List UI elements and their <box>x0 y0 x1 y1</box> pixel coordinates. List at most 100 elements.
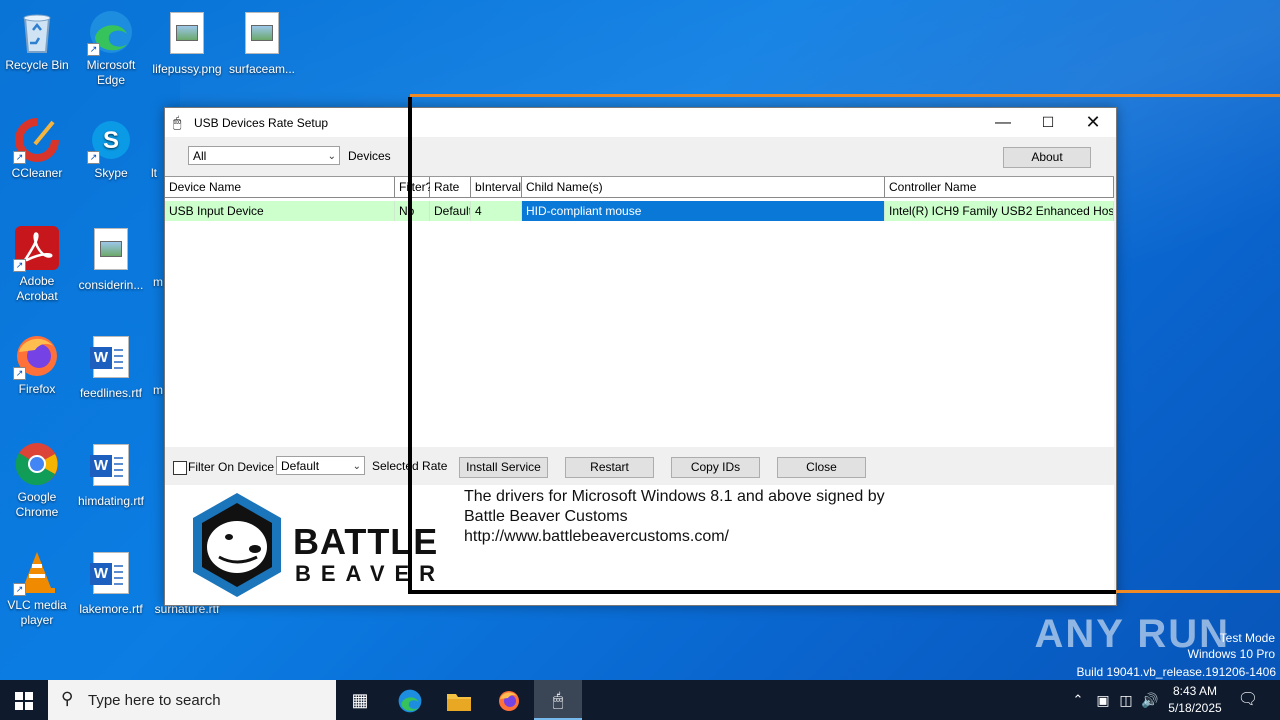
taskbar-firefox-icon[interactable] <box>485 680 533 720</box>
about-button[interactable]: About <box>1003 147 1091 168</box>
cell-controller-name: Intel(R) ICH9 Family USB2 Enhanced Host … <box>885 201 1114 221</box>
column-header-filter[interactable]: Filter? <box>395 177 432 198</box>
desktop-icon-recycle-bin[interactable]: Recycle Bin <box>0 8 75 73</box>
restart-button[interactable]: Restart <box>565 457 654 478</box>
filter-on-device-checkbox[interactable] <box>173 461 187 475</box>
desktop-icon-label: Microsoft Edge <box>86 58 136 87</box>
device-filter-combo[interactable]: All ⌄ <box>188 146 340 165</box>
desktop-icon-label: surfaceam... <box>228 62 296 76</box>
overlay-black-frame-bottom <box>408 590 1116 594</box>
search-placeholder: Type here to search <box>88 692 221 709</box>
overlay-black-frame-left <box>408 97 412 593</box>
taskbar-edge-icon[interactable] <box>386 680 434 720</box>
desktop-icon-firefox[interactable]: ↗ Firefox <box>0 332 75 397</box>
taskbar-search-box[interactable]: ⚲ Type here to search <box>48 680 336 720</box>
maximize-button[interactable]: ☐ <box>1025 108 1071 137</box>
desktop-icon-google-chrome[interactable]: Google Chrome <box>0 440 75 520</box>
overlay-orange-top-line <box>410 94 1280 97</box>
firefox-icon: ↗ <box>13 332 61 380</box>
word-doc-icon: W <box>87 552 135 600</box>
rate-combo[interactable]: Default ⌄ <box>276 456 365 475</box>
battle-beaver-banner: BATTLE BEAVER The drivers for Microsoft … <box>165 485 1114 605</box>
chevron-down-icon: ⌄ <box>352 461 361 472</box>
desktop-icon-label: CCleaner <box>11 166 63 180</box>
logo-text-battle: BATTLE <box>293 521 439 562</box>
desktop-icon-label: Firefox <box>18 382 56 396</box>
clock-time: 8:43 AM <box>1172 684 1218 698</box>
vlc-icon: ↗ <box>13 548 61 596</box>
image-file-icon <box>87 228 135 276</box>
device-filter-value: All <box>193 149 207 163</box>
column-header-controller-name[interactable]: Controller Name <box>885 177 1114 198</box>
chevron-down-icon: ⌄ <box>327 151 336 162</box>
desktop-icon-lifepussy[interactable]: lifepussy.png <box>149 8 225 77</box>
close-button[interactable]: Close <box>777 457 866 478</box>
title-bar[interactable]: 🖱 USB Devices Rate Setup — ☐ ✕ <box>165 108 1116 137</box>
taskbar-clock[interactable]: 8:43 AM 5/18/2025 <box>1162 683 1228 717</box>
taskbar-usb-rate-app-icon[interactable]: 🖱 <box>534 680 582 720</box>
minimize-button[interactable]: — <box>980 108 1026 137</box>
desktop-icon-microsoft-edge[interactable]: ↗ Microsoft Edge <box>73 8 149 88</box>
desktop-icon-lakemore[interactable]: W lakemore.rtf <box>73 548 149 617</box>
volume-icon[interactable]: 🔊 <box>1139 680 1161 720</box>
banner-line-2: Battle Beaver Customs <box>464 508 628 525</box>
column-header-child-names[interactable]: Child Name(s) <box>522 177 885 198</box>
shortcut-arrow-icon: ↗ <box>13 583 26 596</box>
copy-ids-button[interactable]: Copy IDs <box>671 457 760 478</box>
image-file-icon <box>163 12 211 60</box>
build-label: Build 19041.vb_release.191206-1406 <box>1076 665 1277 679</box>
ccleaner-icon: ↗ <box>13 116 61 164</box>
edge-icon: ↗ <box>87 8 135 56</box>
overlay-orange-bottom-line <box>1115 590 1280 593</box>
word-doc-icon: W <box>87 336 135 384</box>
desktop-icon-label: lifepussy.png <box>152 62 222 76</box>
search-icon: ⚲ <box>61 689 74 708</box>
svg-text:S: S <box>103 127 119 154</box>
column-header-binterval[interactable]: bInterval <box>471 177 522 198</box>
banner-text: The drivers for Microsoft Windows 8.1 an… <box>464 487 885 547</box>
column-header-device-name[interactable]: Device Name <box>165 177 395 198</box>
logo-text-beaver: BEAVER <box>295 561 446 586</box>
desktop-icon-ccleaner[interactable]: ↗ CCleaner <box>0 116 75 181</box>
cell-rate: Default <box>430 201 471 221</box>
desktop-icon-label: VLC media player <box>7 598 67 627</box>
desktop-icon-surfaceam[interactable]: surfaceam... <box>224 8 300 77</box>
devices-label: Devices <box>348 149 391 163</box>
recycle-bin-icon <box>13 8 61 56</box>
chrome-icon <box>13 440 61 488</box>
device-list[interactable]: Device Name Filter? Rate bInterval Child… <box>165 176 1114 447</box>
cell-device-name: USB Input Device <box>165 201 395 221</box>
windows-edition-label: Windows 10 Pro <box>1187 647 1275 661</box>
cell-filter: No <box>395 201 430 221</box>
notification-center-icon[interactable]: 🗨 <box>1234 680 1262 720</box>
skype-icon: S ↗ <box>87 116 135 164</box>
network-icon[interactable]: ◫ <box>1115 680 1137 720</box>
desktop-icon-label: lakemore.rtf <box>79 602 143 616</box>
battle-beaver-logo: BATTLE BEAVER <box>189 491 445 599</box>
mouse-app-icon: 🖱 <box>173 114 182 130</box>
column-header-rate[interactable]: Rate <box>430 177 471 198</box>
image-file-icon <box>238 12 286 60</box>
close-window-button[interactable]: ✕ <box>1070 108 1116 137</box>
test-mode-label: Test Mode <box>1219 631 1275 645</box>
desktop-icon-label: Google Chrome <box>15 490 59 519</box>
shortcut-arrow-icon: ↗ <box>13 151 26 164</box>
task-view-icon[interactable]: ▦ <box>336 680 384 720</box>
taskbar-file-explorer-icon[interactable] <box>435 680 483 720</box>
banner-line-3[interactable]: http://www.battlebeavercustoms.com/ <box>464 527 885 547</box>
cell-child-name: HID-compliant mouse <box>522 201 885 221</box>
desktop-icon-himdating[interactable]: W himdating.rtf <box>73 440 149 509</box>
desktop-icon-vlc[interactable]: ↗ VLC media player <box>0 548 75 628</box>
start-button[interactable] <box>0 680 48 720</box>
taskbar: ⚲ Type here to search ▦ 🖱 ⌃ ▣ ◫ 🔊 8:43 A… <box>0 680 1280 720</box>
desktop-icon-adobe-acrobat[interactable]: ↗ Adobe Acrobat <box>0 224 75 304</box>
install-service-button[interactable]: Install Service <box>459 457 548 478</box>
shortcut-arrow-icon: ↗ <box>87 43 100 56</box>
desktop-icon-label: Adobe Acrobat <box>16 274 58 303</box>
network-status-icon[interactable]: ▣ <box>1092 680 1114 720</box>
shortcut-arrow-icon: ↗ <box>13 367 26 380</box>
show-hidden-icons-chevron-icon[interactable]: ⌃ <box>1066 680 1090 720</box>
word-doc-icon: W <box>87 444 135 492</box>
shortcut-arrow-icon: ↗ <box>87 151 100 164</box>
desktop-icon-label: Recycle Bin <box>5 58 69 72</box>
